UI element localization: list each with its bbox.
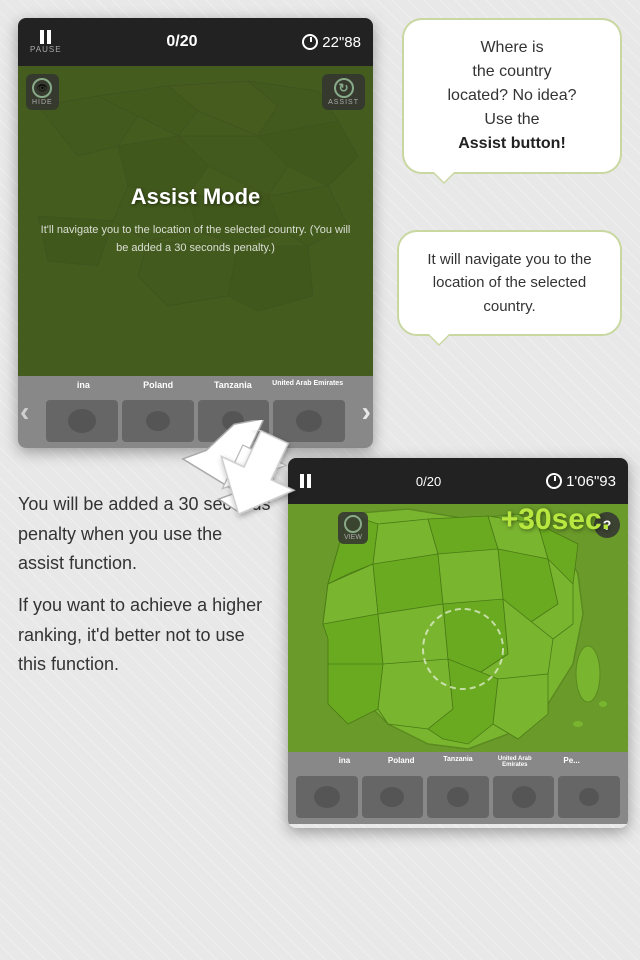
map-area-bottom: VIEW ?: [288, 504, 628, 752]
bubble1-line2: the country: [472, 63, 551, 80]
country-label-3: Tanzania: [196, 380, 271, 390]
penalty-display: +30sec.: [501, 503, 610, 537]
bubble1-text: Where is the country located? No idea? U…: [422, 36, 602, 156]
flag-item-b1[interactable]: [296, 776, 358, 818]
assist-icon: ↻: [334, 78, 354, 98]
country-label-b2: Poland: [373, 756, 430, 768]
map-overlay: HIDE ↻ ASSIST Assist Mode It'll navigate…: [18, 66, 373, 376]
flag-item-b3[interactable]: [427, 776, 489, 818]
hide-icon: [32, 78, 52, 98]
pause-label: PAUSE: [30, 45, 62, 54]
pause-button[interactable]: PAUSE: [30, 30, 62, 54]
speech-bubble-2: It will navigate you to the location of …: [397, 230, 622, 336]
score-display: 0/20: [166, 33, 197, 51]
country-label-1: ina: [46, 380, 121, 390]
country-label-4: United Arab Emirates: [270, 380, 345, 390]
arrow-svg: [200, 430, 320, 530]
top-bar: PAUSE 0/20 22"88: [18, 18, 373, 66]
bubble1-line4: Use the: [484, 111, 539, 128]
country-label-b3: Tanzania: [430, 756, 487, 768]
flag-item-b5[interactable]: [558, 776, 620, 818]
left-text-para2: If you want to achieve a higher ranking,…: [18, 591, 273, 680]
map-area-top: HIDE ↻ ASSIST Assist Mode It'll navigate…: [18, 66, 373, 376]
bubble1-line1: Where is: [480, 39, 543, 56]
timer-bottom: 1'06"93: [546, 473, 616, 490]
view-label: VIEW: [344, 534, 362, 541]
bubble2-text: It will navigate you to the location of …: [417, 248, 602, 318]
country-labels-top: ina Poland Tanzania United Arab Emirates: [46, 380, 345, 390]
country-label-2: Poland: [121, 380, 196, 390]
flags-strip-bottom: ina Poland Tanzania United Arab Emirates…: [288, 752, 628, 824]
view-icon: [344, 515, 362, 533]
score-bottom: 0/20: [416, 474, 441, 489]
flag-item-b4[interactable]: [493, 776, 555, 818]
speech-bubble-1: Where is the country located? No idea? U…: [402, 18, 622, 174]
country-label-b5: Pe...: [543, 756, 600, 768]
country-labels-bottom: ina Poland Tanzania United Arab Emirates…: [316, 756, 600, 768]
assist-mode-description: It'll navigate you to the location of th…: [18, 222, 373, 257]
country-label-b1: ina: [316, 756, 373, 768]
hide-label: HIDE: [32, 99, 53, 106]
top-bar-bottom: 0/20 1'06"93: [288, 458, 628, 504]
timer-value: 22"88: [322, 34, 361, 51]
flag-item-b2[interactable]: [362, 776, 424, 818]
top-game-screen: PAUSE 0/20 22"88: [18, 18, 373, 448]
hide-button[interactable]: HIDE: [26, 74, 59, 110]
flags-row-bottom: [296, 776, 620, 818]
clock-icon: [302, 34, 318, 50]
nav-right-arrow[interactable]: ›: [362, 396, 371, 428]
clock-icon-bottom: [546, 473, 562, 489]
view-button[interactable]: VIEW: [338, 512, 368, 544]
assist-label: ASSIST: [328, 99, 359, 106]
bubble1-bold: Assist button!: [458, 135, 566, 152]
assist-button[interactable]: ↻ ASSIST: [322, 74, 365, 110]
country-label-b4: United Arab Emirates: [486, 756, 543, 768]
flag-item-1[interactable]: [46, 400, 118, 442]
timer-display: 22"88: [302, 34, 361, 51]
timer-value-bottom: 1'06"93: [566, 473, 616, 490]
nav-left-arrow[interactable]: ‹: [20, 396, 29, 428]
bubble1-line3: located? No idea?: [448, 87, 577, 104]
assist-mode-title: Assist Mode: [131, 184, 261, 210]
